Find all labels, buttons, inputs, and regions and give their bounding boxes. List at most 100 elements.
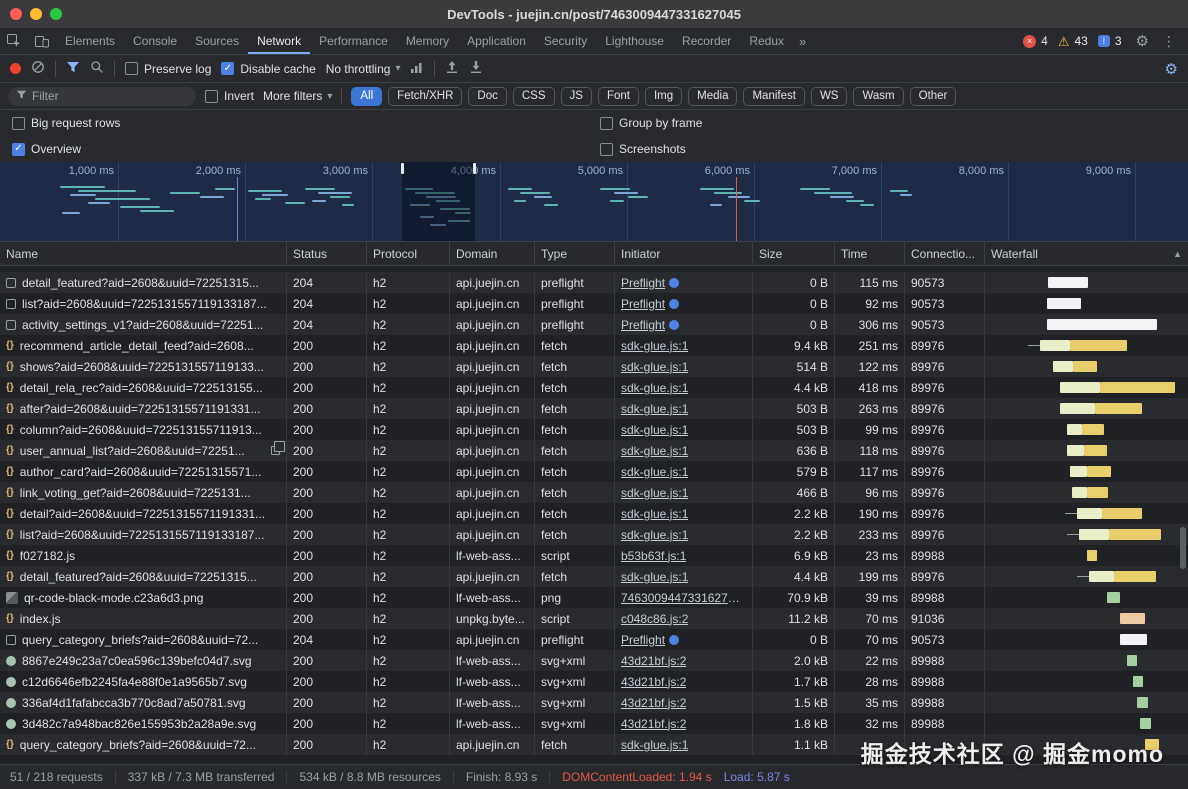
initiator-link[interactable]: sdk-glue.js:1	[621, 423, 688, 437]
tab-memory[interactable]: Memory	[397, 28, 458, 54]
tab-application[interactable]: Application	[458, 28, 535, 54]
tab-recorder[interactable]: Recorder	[673, 28, 740, 54]
column-header-time[interactable]: Time	[835, 242, 905, 265]
chip-font[interactable]: Font	[598, 87, 639, 106]
chip-wasm[interactable]: Wasm	[853, 87, 903, 106]
column-header-status[interactable]: Status	[287, 242, 367, 265]
request-row[interactable]: query_category_briefs?aid=2608&uuid=72..…	[0, 734, 1188, 755]
network-conditions-icon[interactable]	[410, 61, 424, 76]
selection-right-handle[interactable]	[473, 163, 476, 174]
preserve-log-checkbox-box[interactable]	[125, 62, 138, 75]
initiator-link[interactable]: sdk-glue.js:1	[621, 507, 688, 521]
request-row[interactable]: recommend_article_detail_feed?aid=2608..…	[0, 335, 1188, 356]
inspect-element-icon[interactable]	[0, 28, 28, 54]
tab-elements[interactable]: Elements	[56, 28, 124, 54]
warning-count[interactable]: 43	[1075, 34, 1088, 48]
initiator-link[interactable]: Preflight	[621, 318, 665, 332]
overview-checkbox[interactable]: ✓ Overview	[12, 142, 81, 156]
invert-checkbox-box[interactable]	[205, 90, 218, 103]
copy-icon[interactable]	[271, 446, 280, 455]
column-header-protocol[interactable]: Protocol	[367, 242, 450, 265]
network-settings-gear-icon[interactable]: ⚙	[1165, 60, 1178, 78]
request-row[interactable]: user_annual_list?aid=2608&uuid=72251...2…	[0, 440, 1188, 461]
request-row[interactable]: f027182.js200h2lf-web-ass...scriptb53b63…	[0, 545, 1188, 566]
network-overview-timeline[interactable]: 1,000 ms2,000 ms3,000 ms4,000 ms5,000 ms…	[0, 162, 1188, 242]
initiator-link[interactable]: Preflight	[621, 633, 665, 647]
invert-checkbox[interactable]: Invert	[205, 89, 254, 103]
request-row[interactable]: 3d482c7a948bac826e155953b2a28a9e.svg200h…	[0, 713, 1188, 734]
tab-sources[interactable]: Sources	[186, 28, 248, 54]
request-row[interactable]: detail_featured?aid=2608&uuid=72251315..…	[0, 272, 1188, 293]
import-har-icon[interactable]	[469, 60, 483, 77]
tab-lighthouse[interactable]: Lighthouse	[596, 28, 673, 54]
tab-performance[interactable]: Performance	[310, 28, 397, 54]
chip-manifest[interactable]: Manifest	[743, 87, 804, 106]
request-row[interactable]: c12d6646efb2245fa4e88f0e1a9565b7.svg200h…	[0, 671, 1188, 692]
selection-left-handle[interactable]	[401, 163, 404, 174]
filter-input-box[interactable]	[8, 87, 196, 106]
column-header-size[interactable]: Size	[753, 242, 835, 265]
initiator-link[interactable]: sdk-glue.js:1	[621, 528, 688, 542]
chip-ws[interactable]: WS	[811, 87, 848, 106]
initiator-link[interactable]: 43d21bf.js:2	[621, 654, 686, 668]
tab-redux[interactable]: Redux	[740, 28, 793, 54]
close-window-button[interactable]	[10, 8, 22, 20]
throttling-dropdown[interactable]: No throttling ▾	[326, 62, 401, 76]
preserve-log-checkbox[interactable]: Preserve log	[125, 62, 211, 76]
big-request-rows-checkbox-box[interactable]	[12, 117, 25, 130]
request-row[interactable]: detail_rela_rec?aid=2608&uuid=722513155.…	[0, 377, 1188, 398]
more-filters-dropdown[interactable]: More filters ▾	[263, 89, 332, 103]
request-row[interactable]: detail_featured?aid=2608&uuid=72251315..…	[0, 566, 1188, 587]
initiator-link[interactable]: Preflight	[621, 276, 665, 290]
column-header-domain[interactable]: Domain	[450, 242, 535, 265]
chip-css[interactable]: CSS	[513, 87, 555, 106]
error-icon[interactable]: ×	[1023, 35, 1036, 48]
initiator-link[interactable]: 746300944733162704...	[621, 591, 746, 605]
issues-count[interactable]: 3	[1115, 34, 1122, 48]
column-header-name[interactable]: Name	[0, 242, 287, 265]
issues-icon[interactable]: !	[1098, 35, 1110, 47]
disable-cache-checkbox[interactable]: ✓ Disable cache	[221, 62, 315, 76]
chip-js[interactable]: JS	[561, 87, 592, 106]
chip-doc[interactable]: Doc	[468, 87, 506, 106]
overview-selection-window[interactable]	[402, 162, 475, 241]
request-row[interactable]: column?aid=2608&uuid=722513155711913...2…	[0, 419, 1188, 440]
column-header-connectio[interactable]: Connectio...	[905, 242, 985, 265]
request-row[interactable]: activity_settings_v1?aid=2608&uuid=72251…	[0, 314, 1188, 335]
disable-cache-checkbox-box[interactable]: ✓	[221, 62, 234, 75]
filter-input[interactable]	[32, 89, 188, 103]
big-request-rows-checkbox[interactable]: Big request rows	[12, 116, 120, 130]
request-row[interactable]: query_category_briefs?aid=2608&uuid=72..…	[0, 629, 1188, 650]
request-row[interactable]: link_voting_get?aid=2608&uuid=7225131...…	[0, 482, 1188, 503]
export-har-icon[interactable]	[445, 60, 459, 77]
chip-media[interactable]: Media	[688, 87, 737, 106]
screenshots-checkbox-box[interactable]	[600, 143, 613, 156]
request-row[interactable]: author_card?aid=2608&uuid=72251315571...…	[0, 461, 1188, 482]
filter-funnel-icon[interactable]	[66, 61, 80, 77]
chip-other[interactable]: Other	[910, 87, 957, 106]
initiator-link[interactable]: sdk-glue.js:1	[621, 738, 688, 752]
tab-security[interactable]: Security	[535, 28, 596, 54]
initiator-link[interactable]: 43d21bf.js:2	[621, 696, 686, 710]
initiator-link[interactable]: sdk-glue.js:1	[621, 402, 688, 416]
chip-all[interactable]: All	[351, 87, 382, 106]
group-by-frame-checkbox[interactable]: Group by frame	[600, 116, 702, 130]
initiator-link[interactable]: sdk-glue.js:1	[621, 381, 688, 395]
request-row[interactable]: 336af4d1fafabcca3b770c8ad7a50781.svg200h…	[0, 692, 1188, 713]
request-row[interactable]: detail?aid=2608&uuid=72251315571191331..…	[0, 503, 1188, 524]
tab-console[interactable]: Console	[124, 28, 186, 54]
kebab-menu-icon[interactable]: ⋮	[1158, 33, 1180, 50]
request-row[interactable]: list?aid=2608&uuid=7225131557119133187..…	[0, 293, 1188, 314]
chip-fetch-xhr[interactable]: Fetch/XHR	[388, 87, 462, 106]
request-row[interactable]: list?aid=2608&uuid=7225131557119133187..…	[0, 524, 1188, 545]
initiator-link[interactable]: b53b63f.js:1	[621, 549, 686, 563]
error-count[interactable]: 4	[1041, 34, 1048, 48]
initiator-link[interactable]: sdk-glue.js:1	[621, 465, 688, 479]
more-tabs-chevron-icon[interactable]: »	[793, 28, 812, 54]
column-header-waterfall[interactable]: Waterfall▲	[985, 242, 1188, 265]
initiator-link[interactable]: c048c86.js:2	[621, 612, 688, 626]
initiator-link[interactable]: sdk-glue.js:1	[621, 570, 688, 584]
initiator-link[interactable]: sdk-glue.js:1	[621, 339, 688, 353]
column-header-type[interactable]: Type	[535, 242, 615, 265]
column-header-initiator[interactable]: Initiator	[615, 242, 753, 265]
